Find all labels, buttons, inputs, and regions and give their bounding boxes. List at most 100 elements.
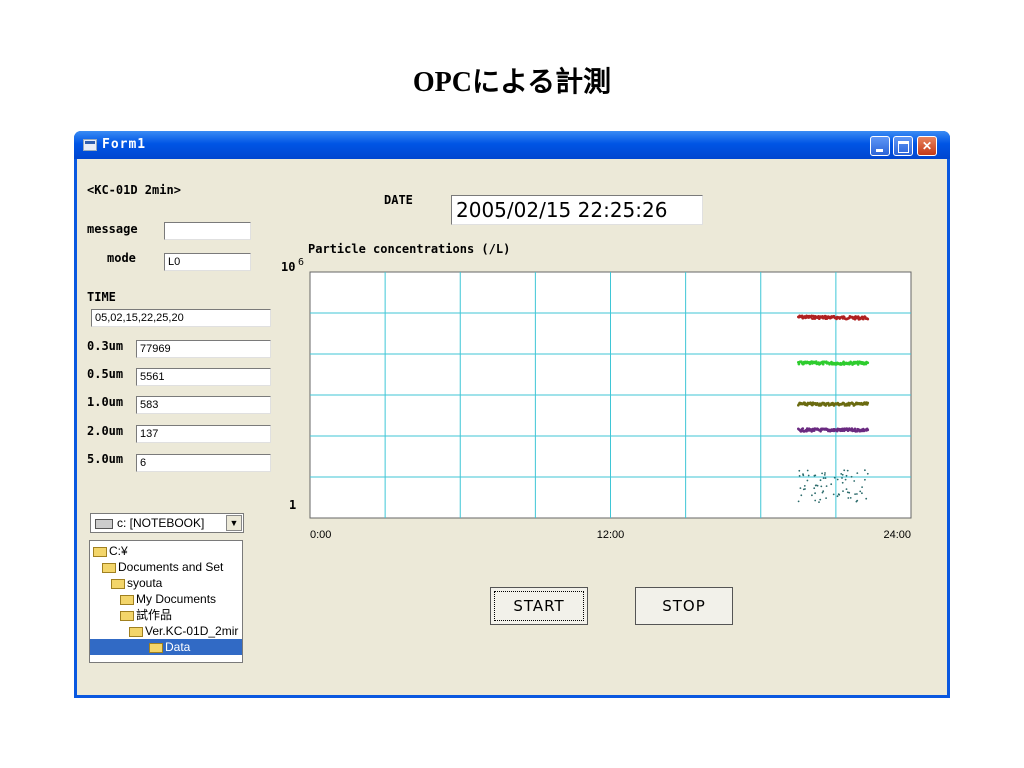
form1-window: Form1 ✕ <KC-01D 2min> message mode L0 TI… bbox=[74, 131, 950, 698]
data-point bbox=[850, 475, 853, 478]
minimize-button[interactable] bbox=[870, 136, 890, 156]
data-point bbox=[832, 493, 835, 496]
title-bar[interactable]: Form1 ✕ bbox=[74, 131, 950, 159]
count-field-03[interactable]: 77969 bbox=[136, 340, 271, 358]
directory-item-label: 試作品 bbox=[136, 608, 173, 622]
data-point bbox=[836, 495, 839, 498]
count-label-10: 1.0um bbox=[87, 395, 124, 409]
data-point bbox=[853, 480, 856, 482]
mode-field[interactable]: L0 bbox=[164, 253, 251, 271]
data-point bbox=[866, 361, 870, 365]
data-point bbox=[854, 493, 856, 495]
start-button[interactable]: START bbox=[490, 587, 588, 625]
data-point bbox=[816, 484, 819, 487]
count-label-20: 2.0um bbox=[87, 424, 124, 438]
count-label-03: 0.3um bbox=[87, 339, 124, 353]
maximize-button[interactable] bbox=[893, 136, 913, 156]
directory-item[interactable]: syouta bbox=[111, 575, 162, 591]
data-point bbox=[824, 472, 826, 474]
directory-item[interactable]: Ver.KC-01D_2mir bbox=[129, 623, 238, 639]
directory-item-label: Documents and Set bbox=[118, 560, 224, 574]
data-point bbox=[856, 472, 859, 474]
slide-title: OPCによる計測 bbox=[412, 67, 612, 98]
data-point bbox=[802, 473, 804, 475]
message-label: message bbox=[87, 222, 138, 236]
count-field-05[interactable]: 5561 bbox=[136, 368, 271, 386]
directory-item[interactable]: 試作品 bbox=[120, 607, 172, 623]
directory-list[interactable]: C:¥ Documents and Set syouta My Documents 試作… bbox=[89, 540, 243, 663]
stop-button[interactable]: STOP bbox=[635, 587, 733, 625]
data-point bbox=[819, 498, 822, 501]
app-icon bbox=[83, 139, 97, 151]
directory-item-label: Ver.KC-01D_2mir bbox=[145, 624, 239, 638]
data-point bbox=[811, 494, 813, 497]
data-point bbox=[837, 493, 840, 496]
folder-icon bbox=[129, 626, 143, 637]
data-point bbox=[820, 485, 823, 488]
data-point bbox=[841, 477, 843, 479]
directory-item[interactable]: Data bbox=[90, 639, 242, 655]
data-point bbox=[830, 483, 833, 486]
count-field-10[interactable]: 583 bbox=[136, 396, 271, 414]
data-point bbox=[814, 484, 817, 487]
data-point bbox=[842, 490, 844, 492]
directory-item[interactable]: C:¥ bbox=[93, 543, 128, 559]
directory-item-label: My Documents bbox=[136, 592, 217, 606]
date-label: DATE bbox=[384, 193, 413, 207]
data-point bbox=[799, 487, 802, 489]
data-point bbox=[865, 497, 868, 500]
data-point bbox=[859, 490, 862, 493]
x-axis-ticks: 0:00 12:00 24:00 bbox=[310, 529, 911, 541]
data-point bbox=[814, 492, 816, 495]
count-field-20[interactable]: 137 bbox=[136, 425, 271, 443]
data-point bbox=[798, 469, 801, 472]
data-point bbox=[822, 477, 825, 479]
data-point bbox=[806, 479, 809, 482]
data-point bbox=[818, 501, 820, 503]
data-point bbox=[801, 427, 805, 430]
data-point bbox=[823, 474, 826, 476]
count-label-50: 5.0um bbox=[87, 452, 124, 466]
window-title: Form1 bbox=[102, 137, 147, 152]
close-button[interactable]: ✕ bbox=[917, 136, 937, 156]
time-label: TIME bbox=[87, 290, 116, 304]
data-point bbox=[844, 478, 847, 481]
concentration-chart: 10 6 1 0:00 12:00 24:00 bbox=[281, 257, 912, 541]
data-point bbox=[813, 487, 816, 490]
chevron-down-icon[interactable]: ▼ bbox=[226, 515, 242, 531]
folder-icon bbox=[149, 642, 163, 653]
data-point bbox=[866, 317, 870, 321]
data-point bbox=[840, 473, 843, 475]
data-point bbox=[836, 478, 839, 481]
data-point bbox=[806, 469, 809, 472]
mode-label: mode bbox=[107, 251, 136, 265]
data-point bbox=[825, 497, 827, 499]
data-point bbox=[864, 469, 866, 472]
data-point bbox=[814, 499, 817, 502]
data-point bbox=[866, 428, 870, 432]
count-label-05: 0.5um bbox=[87, 367, 124, 381]
data-point bbox=[856, 499, 859, 502]
message-field[interactable] bbox=[164, 222, 251, 240]
data-point bbox=[807, 474, 810, 477]
directory-item[interactable]: Documents and Set bbox=[102, 559, 223, 575]
folder-icon bbox=[111, 578, 125, 589]
data-point bbox=[841, 473, 844, 476]
time-field[interactable]: 05,02,15,22,25,20 bbox=[91, 309, 271, 327]
data-point bbox=[866, 472, 869, 475]
folder-icon bbox=[120, 610, 134, 621]
data-point bbox=[847, 497, 850, 499]
y-axis-top-label: 10 bbox=[281, 260, 295, 274]
model-label: <KC-01D 2min> bbox=[87, 183, 181, 197]
data-point bbox=[841, 481, 844, 484]
date-field[interactable]: 2005/02/15 22:25:26 bbox=[451, 195, 703, 225]
data-point bbox=[845, 474, 848, 477]
data-point bbox=[846, 469, 849, 472]
drive-select[interactable]: c: [NOTEBOOK] ▼ bbox=[90, 513, 244, 533]
count-field-50[interactable]: 6 bbox=[136, 454, 271, 472]
directory-item-label: C:¥ bbox=[109, 544, 128, 558]
directory-item[interactable]: My Documents bbox=[120, 591, 216, 607]
folder-icon bbox=[102, 562, 116, 573]
data-point bbox=[866, 401, 870, 405]
drive-icon bbox=[95, 518, 113, 529]
